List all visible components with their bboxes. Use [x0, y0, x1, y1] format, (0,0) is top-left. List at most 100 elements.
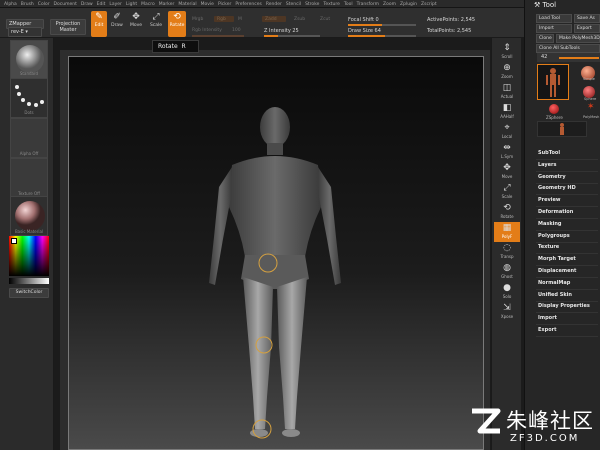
- material-caption: Basic Material: [14, 229, 44, 234]
- export-button[interactable]: Export: [574, 24, 600, 33]
- focal-shift-slider[interactable]: [348, 24, 416, 26]
- polyf-icon: ▦: [502, 223, 512, 233]
- clone-button[interactable]: Clone: [536, 34, 554, 43]
- z-intensity-fill: [264, 35, 278, 37]
- scale-button[interactable]: ⤢ Scale: [148, 11, 164, 37]
- strip-label: Solo: [502, 294, 512, 299]
- tool-count-fill: [559, 57, 599, 59]
- section-masking[interactable]: Masking: [538, 221, 562, 227]
- draw-size-readout: Draw Size 64: [348, 28, 381, 34]
- section-preview[interactable]: Preview: [538, 197, 561, 203]
- switch-color-button[interactable]: SwitchColor: [9, 288, 49, 298]
- strip-scroll-button[interactable]: ⇕ Scroll: [494, 42, 520, 62]
- draw-label: Draw: [111, 23, 123, 28]
- strip-move-button[interactable]: ✥ Move: [494, 162, 520, 182]
- current-tool-thumb[interactable]: [537, 64, 569, 100]
- aahalf-icon: ◧: [502, 103, 512, 113]
- color-picker[interactable]: [9, 236, 49, 276]
- section-divider: [536, 312, 598, 314]
- z-intensity-value: 25: [292, 28, 299, 34]
- actual-icon: ◫: [502, 83, 512, 93]
- tool-count-value: 42: [541, 54, 548, 60]
- import-button[interactable]: Import: [536, 24, 572, 33]
- polymesh-star-icon[interactable]: ✶: [587, 103, 595, 112]
- rgb-toggle[interactable]: Rgb: [214, 16, 234, 22]
- section-export[interactable]: Export: [538, 327, 557, 333]
- section-divider: [536, 229, 598, 231]
- lsym-icon: ⇹: [503, 143, 511, 153]
- section-texture[interactable]: Texture: [538, 244, 559, 250]
- edit-button[interactable]: ✎ Edit: [91, 11, 107, 37]
- m-toggle[interactable]: M: [238, 17, 242, 22]
- strip-scale-button[interactable]: ⤢ Scale: [494, 182, 520, 202]
- strip-local-button[interactable]: ⌖ Local: [494, 122, 520, 142]
- strip-label: Scale: [501, 194, 513, 199]
- strip-label: Ghost: [501, 274, 513, 279]
- strip-label: Xpose: [500, 314, 514, 319]
- section-divider: [536, 182, 598, 184]
- zadd-label: Zadd: [265, 17, 277, 22]
- strip-actual-button[interactable]: ◫ Actual: [494, 82, 520, 102]
- make-polymesh-button[interactable]: Make PolyMesh3D: [556, 34, 600, 43]
- strip-rotate-button[interactable]: ⟲ Rotate: [494, 202, 520, 222]
- rotate-button[interactable]: ⟲ Rotate: [168, 11, 186, 37]
- clone-all-subtools-button[interactable]: Clone All SubTools: [536, 44, 600, 53]
- zoom-icon: ⊕: [503, 63, 511, 73]
- strip-transp-button[interactable]: ◌ Transp: [494, 242, 520, 262]
- load-tool-button[interactable]: Load Tool: [536, 14, 572, 23]
- z-intensity-slider[interactable]: [264, 35, 320, 37]
- total-points-readout: TotalPoints: 2,545: [427, 28, 471, 34]
- tool-icon: ⚒: [534, 1, 541, 9]
- subtool-preview-thumb[interactable]: [537, 121, 587, 137]
- draw-button[interactable]: ✐ Draw: [109, 11, 125, 37]
- ghost-icon: ◍: [503, 263, 511, 273]
- rev-dropdown[interactable]: rev-E ▾: [8, 27, 42, 37]
- section-geometry-hd[interactable]: Geometry HD: [538, 185, 576, 191]
- strip-ghost-button[interactable]: ◍ Ghost: [494, 262, 520, 282]
- zadd-toggle[interactable]: Zadd: [262, 16, 286, 22]
- section-subtool[interactable]: SubTool: [538, 150, 560, 156]
- section-deformation[interactable]: Deformation: [538, 209, 573, 215]
- rgb-intensity-slider[interactable]: [192, 35, 244, 37]
- rotate-icon: ⟲: [173, 12, 181, 22]
- strip-xpose-button[interactable]: ⇲ Xpose: [494, 302, 520, 322]
- section-unified-skin[interactable]: Unified Skin: [538, 292, 572, 298]
- zcut-toggle[interactable]: Zcut: [320, 17, 330, 22]
- section-layers[interactable]: Layers: [538, 162, 557, 168]
- strip-lsym-button[interactable]: ⇹ L.Sym: [494, 142, 520, 162]
- canvas[interactable]: [68, 56, 484, 450]
- xpose-icon: ⇲: [503, 303, 511, 313]
- strip-zoom-button[interactable]: ⊕ Zoom: [494, 62, 520, 82]
- zsub-toggle[interactable]: Zsub: [294, 17, 305, 22]
- active-points-value: 2,545: [460, 17, 476, 23]
- section-normalmap[interactable]: NormalMap: [538, 280, 570, 286]
- draw-size-slider[interactable]: [348, 35, 416, 37]
- rgb-label: Rgb: [217, 17, 226, 22]
- secondary-color-bar[interactable]: [9, 278, 49, 284]
- zsphere-tool-thumb[interactable]: [549, 104, 559, 114]
- move-button[interactable]: ✥ Move: [128, 11, 144, 37]
- focal-shift-fill: [348, 24, 382, 26]
- section-polygroups[interactable]: Polygroups: [538, 233, 570, 239]
- switch-color-label: SwitchColor: [15, 290, 43, 295]
- make-polymesh-label: Make PolyMesh3D: [559, 36, 600, 41]
- mrgb-toggle[interactable]: Mrgb: [192, 17, 203, 22]
- scale-icon: ⤢: [152, 12, 160, 22]
- section-display-properties[interactable]: Display Properties: [538, 303, 590, 309]
- section-import[interactable]: Import: [538, 315, 557, 321]
- tool-count-slider[interactable]: 42: [537, 53, 600, 62]
- section-displacement[interactable]: Displacement: [538, 268, 576, 274]
- strip-aahalf-button[interactable]: ◧ AAHalf: [494, 102, 520, 122]
- z-intensity-readout: Z Intensity 25: [264, 28, 299, 34]
- section-geometry[interactable]: Geometry: [538, 174, 566, 180]
- draw-icon: ✐: [113, 12, 121, 22]
- strip-solo-button[interactable]: ● Solo: [494, 282, 520, 302]
- local-icon: ⌖: [504, 123, 510, 133]
- focal-shift-value: 0: [375, 17, 379, 23]
- strip-label: Scroll: [501, 54, 513, 59]
- save-as-button[interactable]: Save As: [574, 14, 600, 23]
- projection-master-button[interactable]: Projection Master: [50, 19, 86, 35]
- section-morph-target[interactable]: Morph Target: [538, 256, 576, 262]
- strip-polyf-button[interactable]: ▦ PolyF: [494, 222, 520, 242]
- section-divider: [536, 159, 598, 160]
